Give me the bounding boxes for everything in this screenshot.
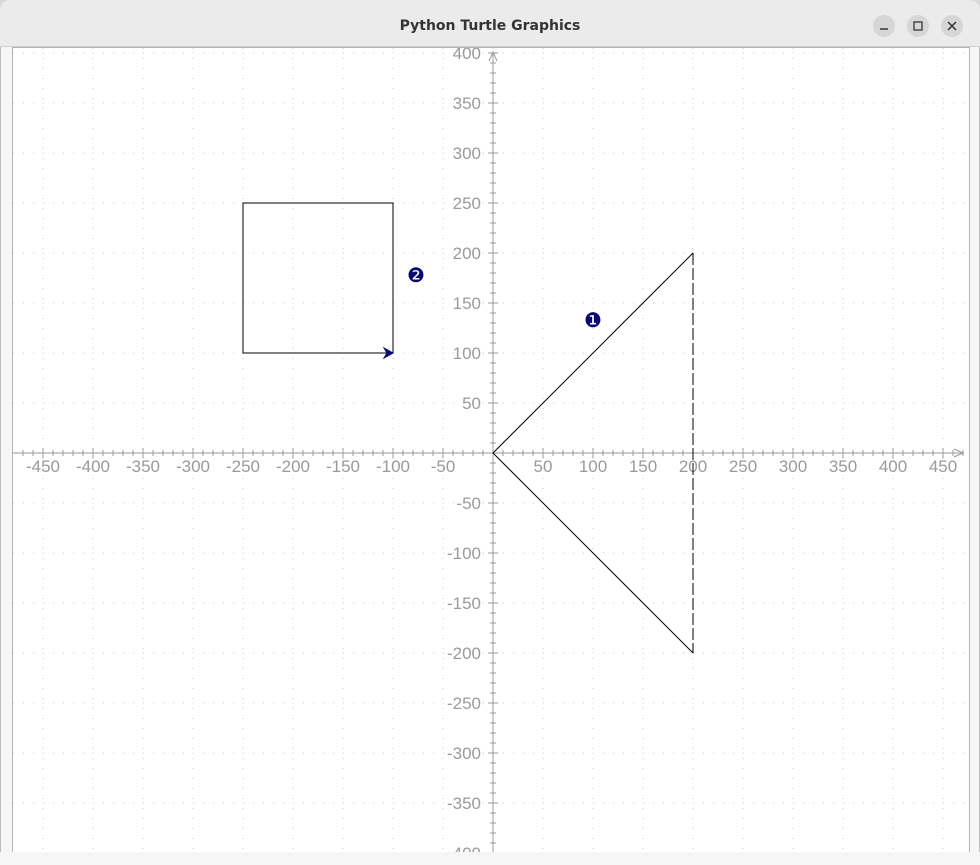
y-tick-label: -400 (447, 844, 481, 852)
y-tick-label: -50 (456, 494, 481, 513)
x-tick-label: 100 (579, 457, 607, 476)
x-tick-label: -100 (376, 457, 410, 476)
y-tick-label: 100 (453, 344, 481, 363)
maximize-icon (913, 21, 923, 31)
y-tick-label: -300 (447, 744, 481, 763)
y-tick-label: 200 (453, 244, 481, 263)
x-tick-label: -150 (326, 457, 360, 476)
title-bar[interactable]: Python Turtle Graphics (0, 0, 980, 47)
x-tick-label: 300 (779, 457, 807, 476)
turtle-canvas[interactable]: -450 -400 -350 -300 -250 -200 -150 -100 -50 50 100… (12, 47, 970, 853)
x-tick-label: 350 (829, 457, 857, 476)
marker-label: ❶ (584, 308, 602, 332)
y-tick-label: 150 (453, 294, 481, 313)
close-icon (947, 21, 957, 31)
x-tick-label: -200 (276, 457, 310, 476)
x-tick-label: -350 (126, 457, 160, 476)
window-title: Python Turtle Graphics (399, 18, 581, 34)
x-tick-label: -400 (76, 457, 110, 476)
y-tick-label: 300 (453, 144, 481, 163)
x-tick-label: -450 (26, 457, 60, 476)
y-tick-label: 350 (453, 94, 481, 113)
y-tick-label: -250 (447, 694, 481, 713)
x-tick-label: -50 (431, 457, 456, 476)
x-tick-label: 50 (534, 457, 553, 476)
y-tick-label: -150 (447, 594, 481, 613)
y-tick-label: 400 (453, 48, 481, 63)
marker-label: ❷ (407, 263, 425, 287)
minimize-icon (880, 28, 888, 30)
y-tick-label: 250 (453, 194, 481, 213)
minimize-button[interactable] (873, 15, 895, 37)
x-tick-label: 150 (629, 457, 657, 476)
x-tick-label: 450 (929, 457, 957, 476)
close-button[interactable] (941, 15, 963, 37)
x-tick-label: 400 (879, 457, 907, 476)
x-tick-label: 250 (729, 457, 757, 476)
x-tick-label: -250 (226, 457, 260, 476)
y-tick-label: 50 (462, 394, 481, 413)
canvas-drawing: -450 -400 -350 -300 -250 -200 -150 -100 -50 50 100… (13, 48, 969, 852)
y-tick-label: -200 (447, 644, 481, 663)
turtle-window: Python Turtle Graphics -450 -400 -350 -300-… (0, 0, 980, 865)
maximize-button[interactable] (907, 15, 929, 37)
y-tick-label: -350 (447, 794, 481, 813)
y-tick-label: -100 (447, 544, 481, 563)
square-shape (242, 202, 394, 354)
window-bottom-edge (0, 852, 980, 865)
x-tick-label: -300 (176, 457, 210, 476)
